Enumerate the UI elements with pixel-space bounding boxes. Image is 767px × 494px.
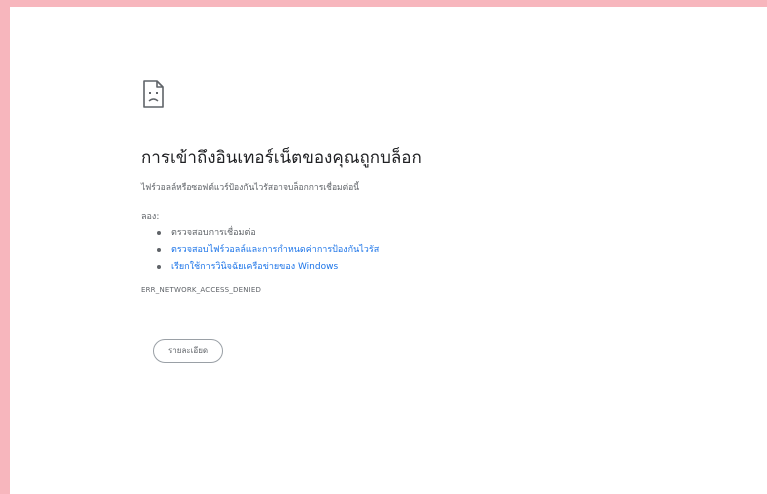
bullet-icon: [157, 248, 161, 252]
browser-viewport: การเข้าถึงอินเทอร์เน็ตของคุณถูกบล็อก ไฟร…: [10, 7, 767, 494]
bullet-icon: [157, 231, 161, 235]
try-label: ลอง:: [141, 212, 160, 222]
error-page-content: การเข้าถึงอินเทอร์เน็ตของคุณถูกบล็อก ไฟร…: [131, 79, 691, 363]
suggestions-list: ตรวจสอบการเชื่อมต่อ ตรวจสอบไฟร์วอลล์และก…: [157, 227, 691, 273]
suggestion-network-diagnostics-link[interactable]: เรียกใช้การวินิจฉัยเครือข่ายของ Windows: [171, 262, 338, 272]
suggestion-check-connection: ตรวจสอบการเชื่อมต่อ: [171, 228, 256, 238]
suggestion-check-firewall-link[interactable]: ตรวจสอบไฟร์วอลล์และการกำหนดค่าการป้องกัน…: [171, 245, 379, 255]
bullet-icon: [157, 265, 161, 269]
suggestion-item: ตรวจสอบการเชื่อมต่อ: [157, 227, 691, 239]
suggestion-item: ตรวจสอบไฟร์วอลล์และการกำหนดค่าการป้องกัน…: [157, 244, 691, 256]
error-code: ERR_NETWORK_ACCESS_DENIED: [141, 286, 262, 294]
details-button[interactable]: รายละเอียด: [153, 339, 224, 363]
page-title: การเข้าถึงอินเทอร์เน็ตของคุณถูกบล็อก: [141, 148, 422, 168]
suggestion-item: เรียกใช้การวินิจฉัยเครือข่ายของ Windows: [157, 261, 691, 273]
sad-page-icon: [142, 79, 166, 109]
error-summary: ไฟร์วอลล์หรือซอฟต์แวร์ป้องกันไวรัสอาจบล็…: [141, 183, 360, 193]
